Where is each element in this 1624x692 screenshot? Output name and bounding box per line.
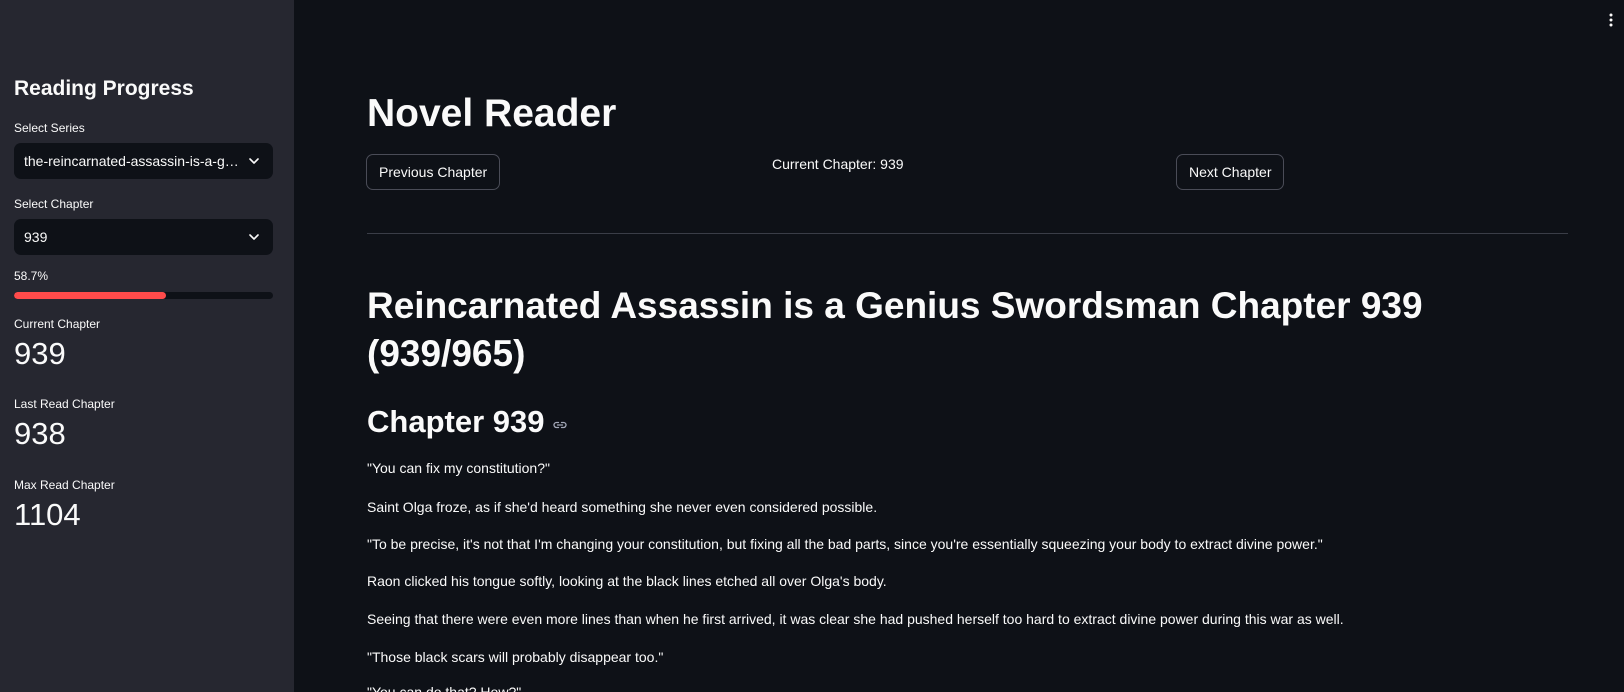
app-window: Reading Progress Select Series the-reinc… — [0, 0, 1624, 692]
paragraph: "You can do that? How?" — [367, 684, 522, 692]
paragraph: "To be precise, it's not that I'm changi… — [367, 536, 1323, 552]
metric-label-current: Current Chapter — [14, 317, 101, 331]
chapter-heading: Chapter 939 — [367, 404, 568, 440]
chapter-select-value: 939 — [24, 229, 48, 245]
main-content: Novel Reader Previous Chapter Current Ch… — [294, 0, 1624, 692]
metric-value-max-read: 1104 — [14, 497, 81, 532]
paragraph: Seeing that there were even more lines t… — [367, 611, 1344, 627]
sidebar: Reading Progress Select Series the-reinc… — [0, 0, 294, 692]
divider — [367, 233, 1568, 234]
metric-value-last-read: 938 — [14, 416, 66, 451]
metric-label-max-read: Max Read Chapter — [14, 478, 115, 492]
progress-bar-fill — [14, 292, 167, 299]
vertical-dots-icon[interactable] — [1608, 12, 1614, 28]
current-chapter-text: Current Chapter: 939 — [772, 156, 904, 172]
series-select[interactable]: the-reincarnated-assassin-is-a-genius-sw… — [14, 143, 273, 179]
paragraph: "Those black scars will probably disappe… — [367, 649, 664, 665]
metric-label-last-read: Last Read Chapter — [14, 397, 115, 411]
chapter-select[interactable]: 939 — [14, 219, 273, 255]
previous-chapter-button[interactable]: Previous Chapter — [366, 154, 501, 190]
chapter-heading-text: Chapter 939 — [367, 404, 545, 439]
chapter-select-label: Select Chapter — [14, 197, 94, 211]
link-icon[interactable] — [552, 417, 568, 433]
paragraph: Raon clicked his tongue softly, looking … — [367, 573, 887, 589]
progress-bar — [14, 292, 273, 299]
chevron-down-icon — [249, 158, 259, 164]
series-select-label: Select Series — [14, 121, 85, 135]
metric-value-current: 939 — [14, 336, 66, 371]
chevron-down-icon — [249, 234, 259, 240]
series-select-value: the-reincarnated-assassin-is-a-genius-sw… — [24, 153, 239, 169]
paragraph: Saint Olga froze, as if she'd heard some… — [367, 499, 878, 515]
progress-text: 58.7% — [14, 269, 49, 283]
chapter-title: Reincarnated Assassin is a Genius Swords… — [367, 285, 1423, 374]
paragraph: "You can fix my constitution?" — [367, 460, 550, 476]
page-title: Novel Reader — [367, 92, 617, 135]
next-chapter-button[interactable]: Next Chapter — [1176, 154, 1285, 190]
sidebar-title: Reading Progress — [14, 77, 194, 100]
